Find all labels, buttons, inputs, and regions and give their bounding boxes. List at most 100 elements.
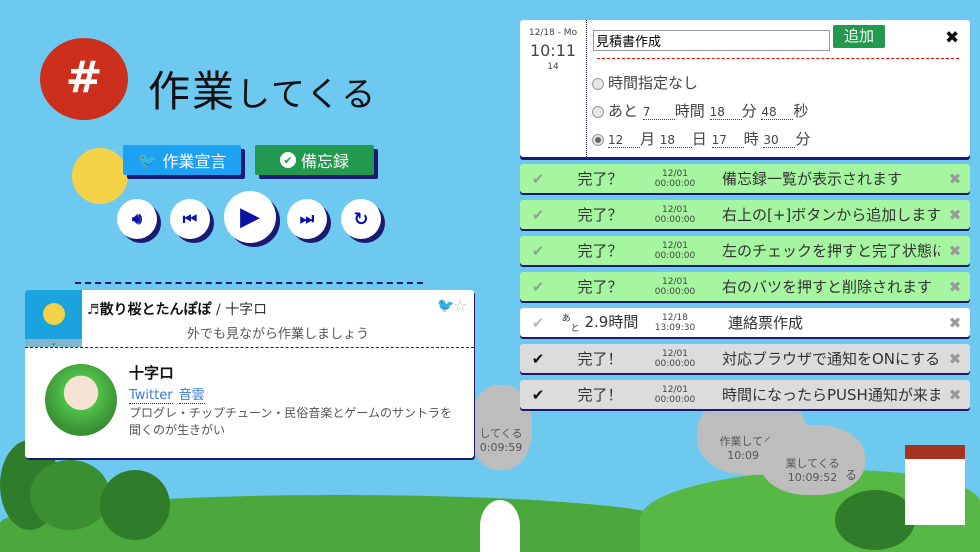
minute-input[interactable]: 30	[763, 133, 796, 148]
task-row: ✔ 完了！ 12/01 00:00:00 時間になったらPUSH通知が来ます ✖	[520, 380, 970, 409]
task-time: 00:00:00	[654, 286, 696, 297]
hours-input[interactable]: 7	[642, 105, 675, 120]
task-date: 12/01	[662, 348, 688, 359]
task-time: 13:09:30	[654, 322, 696, 333]
declare-label: 作業宣言	[162, 152, 227, 171]
song-title: 散り桜とたんぽぽ	[99, 302, 212, 318]
unit-label: 秒	[793, 102, 809, 120]
feed-time: 0:09:59	[479, 441, 523, 454]
sun-decoration	[72, 148, 128, 204]
check-icon[interactable]: ✔	[520, 350, 556, 368]
hour-input[interactable]: 17	[711, 133, 744, 148]
volume-button[interactable]: 🔊︎	[117, 199, 157, 239]
delete-icon[interactable]: ✖	[940, 242, 970, 260]
twitter-link[interactable]: Twitter	[129, 388, 173, 404]
play-icon: ▶	[240, 202, 260, 232]
star-icon[interactable]: ☆	[453, 296, 467, 315]
add-task-panel: 12/18 - Mo 10:11 14 追加 ✖ 時間指定なし あと 7時間 1…	[520, 20, 970, 157]
twitter-icon: 🐦	[137, 150, 158, 170]
divider	[597, 58, 959, 59]
check-circle-icon: ✔	[279, 152, 296, 168]
task-row: ✔ あと 2.9時間 12/18 13:09:30 連絡票作成 ✖	[520, 308, 970, 337]
month-input[interactable]: 12	[608, 133, 640, 148]
delete-icon[interactable]: ✖	[940, 314, 970, 332]
clock-date: 12/18 - Mo	[528, 28, 578, 38]
day-input[interactable]: 18	[659, 133, 692, 148]
task-datetime: 12/01 00:00:00	[644, 349, 706, 369]
task-status: 完了？	[577, 278, 623, 296]
volume-icon: 🔊︎	[131, 209, 143, 228]
task-text: 右のバツを押すと削除されます	[722, 278, 933, 296]
tweet-icon[interactable]: 🐦	[437, 298, 454, 314]
check-icon[interactable]: ✔	[520, 386, 556, 404]
task-text: 左のチェックを押すと完了状態に	[722, 242, 940, 260]
check-icon[interactable]: ✔	[520, 170, 556, 188]
task-status: あと 2.9時間	[556, 311, 644, 334]
task-time: 00:00:00	[654, 250, 696, 261]
radio-no-time[interactable]	[592, 77, 604, 90]
task-status: 完了！	[577, 386, 623, 404]
previous-button[interactable]: ⏮︎	[170, 199, 210, 239]
option-after[interactable]: あと 7 時間 18 分 48 秒	[592, 100, 808, 121]
option-no-time[interactable]: 時間指定なし	[592, 72, 698, 93]
unit-label: 分	[795, 130, 811, 148]
clock-seconds: 14	[547, 62, 559, 72]
add-button[interactable]: 追加	[833, 25, 885, 48]
radio-after[interactable]	[592, 105, 604, 118]
house	[905, 445, 965, 525]
repeat-icon: ↻	[353, 208, 369, 230]
tree	[100, 470, 170, 540]
option-label: 時間指定なし	[608, 74, 699, 92]
clock: 12/18 - Mo 10:11 14	[520, 20, 587, 157]
task-text: 連絡票作成	[728, 314, 804, 332]
logo-icon: #	[40, 38, 128, 120]
minutes-input[interactable]: 18	[709, 105, 742, 120]
profile-bio: プログレ・チップチューン・民俗音楽とゲームのサントラを聞くのが生きがい	[129, 406, 453, 437]
task-status: 完了？	[577, 206, 623, 224]
task-datetime: 12/01 00:00:00	[644, 241, 706, 261]
seconds-input[interactable]: 48	[761, 105, 794, 120]
soundcloud-link[interactable]: 音雲	[178, 388, 205, 404]
repeat-button[interactable]: ↻	[341, 199, 381, 239]
option-at[interactable]: 12 月 18 日 17 時 30 分	[592, 128, 810, 149]
delete-icon[interactable]: ✖	[940, 170, 970, 188]
status-prefix: と	[570, 324, 580, 334]
play-button[interactable]: ▶	[224, 191, 276, 243]
delete-icon[interactable]: ✖	[940, 278, 970, 296]
chicken	[480, 500, 520, 552]
divider	[75, 282, 423, 284]
next-button[interactable]: ⏭︎	[287, 199, 327, 239]
message: 外でも見ながら作業しましょう	[186, 327, 369, 342]
song-artist: 十字ロ	[225, 302, 268, 318]
remaining-time: 2.9時間	[584, 313, 639, 331]
check-icon[interactable]: ✔	[520, 314, 556, 332]
feed-text: してくる	[479, 427, 523, 440]
sun-icon	[42, 303, 65, 325]
feed-text: る	[845, 468, 858, 482]
task-text: 右上の[+]ボタンから追加します	[722, 206, 940, 224]
profile-links: Twitter 音雲	[129, 384, 205, 404]
delete-icon[interactable]: ✖	[940, 350, 970, 368]
declare-button[interactable]: 🐦 作業宣言	[123, 145, 241, 175]
chevron-down-icon: ⌄	[25, 339, 82, 347]
delete-icon[interactable]: ✖	[940, 386, 970, 404]
task-input[interactable]	[593, 30, 830, 51]
close-icon[interactable]: ✖	[945, 28, 959, 48]
separator: /	[216, 302, 221, 318]
radio-at[interactable]	[592, 133, 604, 146]
task-date: 12/01	[662, 276, 688, 287]
check-icon[interactable]: ✔	[520, 206, 556, 224]
check-icon[interactable]: ✔	[520, 278, 556, 296]
check-icon[interactable]: ✔	[520, 242, 556, 260]
weather-button[interactable]: ⌄	[25, 290, 82, 347]
task-row: ✔ 完了？ 12/01 00:00:00 備忘録一覧が表示されます ✖	[520, 164, 970, 193]
previous-icon: ⏮︎	[182, 209, 198, 228]
unit-label: 時間	[674, 102, 705, 120]
task-time: 00:00:00	[654, 358, 696, 369]
next-icon: ⏭︎	[299, 209, 315, 228]
delete-icon[interactable]: ✖	[940, 206, 970, 224]
title-sub: してくる	[236, 75, 378, 115]
memo-button[interactable]: ✔ 備忘録	[255, 145, 374, 175]
unit-label: 日	[691, 130, 707, 148]
task-time: 00:00:00	[654, 214, 696, 225]
